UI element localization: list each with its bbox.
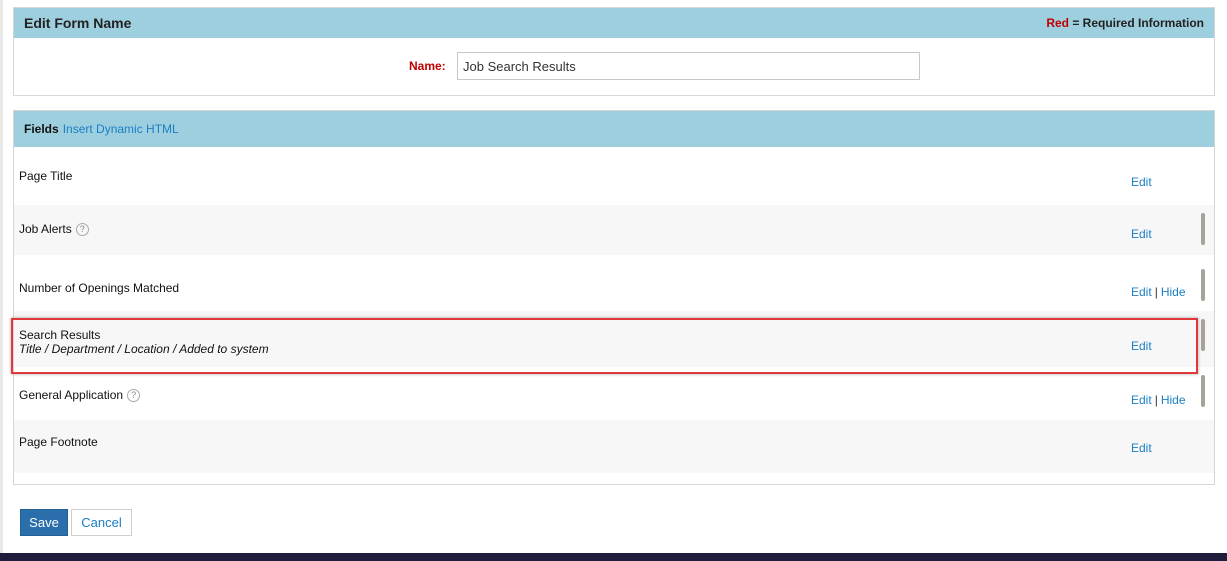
edit-form-name-header: Edit Form Name Red = Required Informatio… bbox=[14, 8, 1214, 38]
field-name-wrap: Job Alerts? bbox=[19, 222, 89, 236]
edit-link[interactable]: Edit bbox=[1131, 227, 1152, 241]
field-actions: Edit bbox=[1131, 339, 1152, 353]
fields-panel: Fields Insert Dynamic HTML Page Title Ed… bbox=[13, 110, 1215, 485]
field-actions: Edit | Hide bbox=[1131, 285, 1186, 299]
field-name-wrap: General Application? bbox=[19, 388, 141, 402]
field-name: Search Results bbox=[19, 328, 101, 342]
field-name: Job Alerts bbox=[19, 222, 72, 236]
edit-form-name-panel: Edit Form Name Red = Required Informatio… bbox=[13, 7, 1215, 96]
field-row-general-application: General Application? Edit | Hide bbox=[14, 367, 1214, 420]
field-actions: Edit bbox=[1131, 175, 1152, 189]
question-circle-icon[interactable]: ? bbox=[127, 389, 141, 402]
required-red-word: Red bbox=[1046, 16, 1069, 30]
left-rule bbox=[0, 0, 3, 561]
name-label: Name: bbox=[409, 59, 446, 73]
save-button[interactable]: Save bbox=[20, 509, 68, 536]
name-input[interactable] bbox=[457, 52, 920, 80]
edit-link[interactable]: Edit bbox=[1131, 339, 1152, 353]
question-circle-icon[interactable]: ? bbox=[75, 223, 89, 236]
page: Edit Form Name Red = Required Informatio… bbox=[0, 0, 1227, 561]
bottom-bar bbox=[0, 553, 1227, 561]
action-separator: | bbox=[1154, 285, 1158, 299]
drag-handle[interactable] bbox=[1201, 213, 1205, 245]
edit-link[interactable]: Edit bbox=[1131, 175, 1152, 189]
field-name: Page Footnote bbox=[19, 435, 98, 449]
field-row-page-footnote: Page Footnote Edit bbox=[14, 420, 1214, 473]
hide-link[interactable]: Hide bbox=[1161, 393, 1186, 407]
cancel-button[interactable]: Cancel bbox=[71, 509, 132, 536]
name-row: Name: bbox=[14, 52, 1214, 80]
edit-link[interactable]: Edit bbox=[1131, 393, 1152, 407]
required-info-note: Red = Required Information bbox=[1046, 16, 1204, 30]
drag-handle[interactable] bbox=[1201, 375, 1205, 407]
field-row-number-of-openings: Number of Openings Matched Edit | Hide bbox=[14, 255, 1214, 311]
field-actions: Edit bbox=[1131, 441, 1152, 455]
field-actions: Edit | Hide bbox=[1131, 393, 1186, 407]
field-actions: Edit bbox=[1131, 227, 1152, 241]
edit-link[interactable]: Edit bbox=[1131, 285, 1152, 299]
field-name: Number of Openings Matched bbox=[19, 281, 180, 295]
fields-header: Fields Insert Dynamic HTML bbox=[14, 111, 1214, 147]
field-subtitle: Title / Department / Location / Added to… bbox=[19, 342, 269, 356]
drag-handle[interactable] bbox=[1201, 269, 1205, 301]
action-separator: | bbox=[1154, 393, 1158, 407]
insert-dynamic-html-link[interactable]: Insert Dynamic HTML bbox=[63, 122, 179, 136]
hide-link[interactable]: Hide bbox=[1161, 285, 1186, 299]
field-name: General Application bbox=[19, 388, 124, 402]
field-row-job-alerts: Job Alerts? Edit bbox=[14, 205, 1214, 255]
field-row-search-results: Search Results Title / Department / Loca… bbox=[14, 311, 1214, 367]
fields-title: Fields bbox=[24, 122, 59, 136]
required-info-text: = Required Information bbox=[1068, 16, 1204, 30]
field-name: Page Title bbox=[19, 169, 73, 183]
drag-handle[interactable] bbox=[1201, 319, 1205, 351]
panel-title: Edit Form Name bbox=[24, 15, 132, 31]
edit-link[interactable]: Edit bbox=[1131, 441, 1152, 455]
field-row-page-title: Page Title Edit bbox=[14, 147, 1214, 205]
